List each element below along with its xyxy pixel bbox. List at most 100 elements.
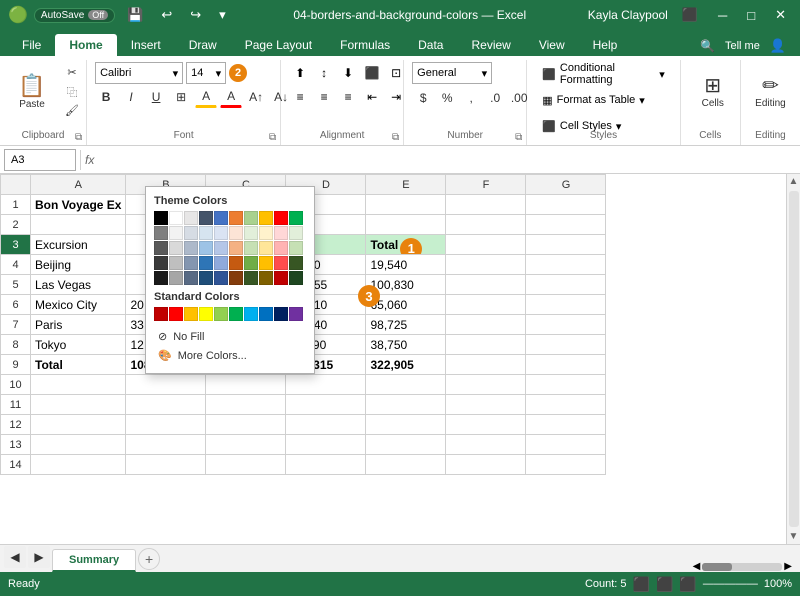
theme-color-swatch[interactable] (184, 211, 198, 225)
share-button[interactable]: 👤 (764, 36, 792, 56)
theme-color-swatch[interactable] (199, 211, 213, 225)
theme-color-swatch[interactable] (169, 256, 183, 270)
cell-14-F[interactable] (446, 455, 526, 475)
align-middle-button[interactable]: ↕ (313, 62, 335, 84)
theme-color-swatch[interactable] (244, 241, 258, 255)
format-as-table-button[interactable]: ▦ Format as Table ▾ (535, 88, 672, 112)
cell-7-F[interactable] (446, 315, 526, 335)
add-sheet-button[interactable]: + (138, 548, 160, 570)
theme-color-swatch[interactable] (184, 226, 198, 240)
cell-10-G[interactable] (526, 375, 606, 395)
cell-14-G[interactable] (526, 455, 606, 475)
theme-color-swatch[interactable] (244, 226, 258, 240)
row-header-1[interactable]: 1 (1, 195, 31, 215)
undo-button[interactable]: ↩ (155, 5, 178, 25)
cells-button[interactable]: ⊞ Cells (689, 62, 737, 120)
scroll-tabs-left-button[interactable]: ◀ (4, 546, 26, 568)
save-button[interactable]: 💾 (121, 5, 149, 25)
alignment-expand-icon[interactable]: ⧉ (392, 132, 399, 143)
cell-11-C[interactable] (206, 395, 286, 415)
theme-color-swatch[interactable] (289, 271, 303, 285)
cell-13-E[interactable] (366, 435, 446, 455)
cell-4-E[interactable]: 19,540 (366, 255, 446, 275)
cell-12-D[interactable] (286, 415, 366, 435)
theme-color-swatch[interactable] (229, 211, 243, 225)
cell-12-A[interactable] (31, 415, 126, 435)
theme-color-swatch[interactable] (169, 241, 183, 255)
increase-font-button[interactable]: A↑ (245, 86, 267, 108)
cell-10-F[interactable] (446, 375, 526, 395)
cell-11-E[interactable] (366, 395, 446, 415)
cell-8-F[interactable] (446, 335, 526, 355)
cell-7-A[interactable]: Paris (31, 315, 126, 335)
tab-file[interactable]: File (8, 34, 55, 56)
page-layout-view-button[interactable]: ⬛ (656, 576, 673, 593)
theme-color-swatch[interactable] (289, 211, 303, 225)
cell-13-B[interactable] (126, 435, 206, 455)
row-header-4[interactable]: 4 (1, 255, 31, 275)
cell-3-A[interactable]: Excursion (31, 235, 126, 255)
cell-8-A[interactable]: Tokyo (31, 335, 126, 355)
tab-draw[interactable]: Draw (175, 34, 231, 56)
cell-13-G[interactable] (526, 435, 606, 455)
cell-reference-box[interactable]: A3 (4, 149, 76, 171)
align-center-button[interactable]: ≡ (313, 86, 335, 108)
bold-button[interactable]: B (95, 86, 117, 108)
align-bottom-button[interactable]: ⬇ (337, 62, 359, 84)
cell-14-C[interactable] (206, 455, 286, 475)
minimize-button[interactable]: ─ (712, 6, 733, 25)
row-header-7[interactable]: 7 (1, 315, 31, 335)
theme-color-swatch[interactable] (169, 226, 183, 240)
cell-2-G[interactable] (526, 215, 606, 235)
col-header-A[interactable]: A (31, 175, 126, 195)
tab-data[interactable]: Data (404, 34, 457, 56)
standard-color-swatch[interactable] (214, 307, 228, 321)
cell-6-F[interactable] (446, 295, 526, 315)
theme-color-swatch[interactable] (259, 271, 273, 285)
tab-insert[interactable]: Insert (117, 34, 175, 56)
border-button[interactable]: ⊞ (170, 86, 192, 108)
col-header-F[interactable]: F (446, 175, 526, 195)
theme-color-swatch[interactable] (154, 211, 168, 225)
cell-14-E[interactable] (366, 455, 446, 475)
copy-button[interactable]: ⿻ (58, 83, 86, 100)
theme-color-swatch[interactable] (169, 271, 183, 285)
cell-3-E[interactable]: Total1 (366, 235, 446, 255)
sheet-tab-summary[interactable]: Summary (52, 549, 136, 572)
cell-12-F[interactable] (446, 415, 526, 435)
row-header-8[interactable]: 8 (1, 335, 31, 355)
theme-color-swatch[interactable] (289, 256, 303, 270)
cell-13-A[interactable] (31, 435, 126, 455)
no-fill-button[interactable]: ⊘ No Fill (154, 327, 306, 346)
horizontal-scrollbar[interactable]: ◀ ▶ (693, 561, 792, 572)
font-size-box[interactable]: 14 ▾ (186, 62, 226, 84)
scroll-tabs-right-button[interactable]: ▶ (28, 546, 50, 568)
cell-8-G[interactable] (526, 335, 606, 355)
theme-color-swatch[interactable] (154, 256, 168, 270)
align-top-button[interactable]: ⬆ (289, 62, 311, 84)
align-left-button[interactable]: ≡ (289, 86, 311, 108)
cell-3-F[interactable] (446, 235, 526, 255)
theme-color-swatch[interactable] (214, 241, 228, 255)
cell-10-A[interactable] (31, 375, 126, 395)
cell-14-B[interactable] (126, 455, 206, 475)
theme-color-swatch[interactable] (274, 226, 288, 240)
cell-13-C[interactable] (206, 435, 286, 455)
cell-7-E[interactable]: 98,725 (366, 315, 446, 335)
row-header-6[interactable]: 6 (1, 295, 31, 315)
row-header-3[interactable]: 3 (1, 235, 31, 255)
row-header-9[interactable]: 9 (1, 355, 31, 375)
theme-color-swatch[interactable] (259, 241, 273, 255)
search-button[interactable]: 🔍 (694, 37, 721, 55)
theme-color-swatch[interactable] (244, 271, 258, 285)
conditional-formatting-button[interactable]: ⬛ Conditional Formatting ▾ (535, 62, 672, 86)
standard-color-swatch[interactable] (259, 307, 273, 321)
format-painter-button[interactable]: 🖌 (58, 102, 86, 119)
theme-color-swatch[interactable] (199, 271, 213, 285)
row-header-11[interactable]: 11 (1, 395, 31, 415)
cell-9-E[interactable]: 322,905 (366, 355, 446, 375)
cell-11-A[interactable] (31, 395, 126, 415)
scroll-down-button[interactable]: ▼ (787, 529, 800, 544)
autosave-toggle[interactable]: AutoSave Off (34, 8, 115, 23)
cell-11-G[interactable] (526, 395, 606, 415)
